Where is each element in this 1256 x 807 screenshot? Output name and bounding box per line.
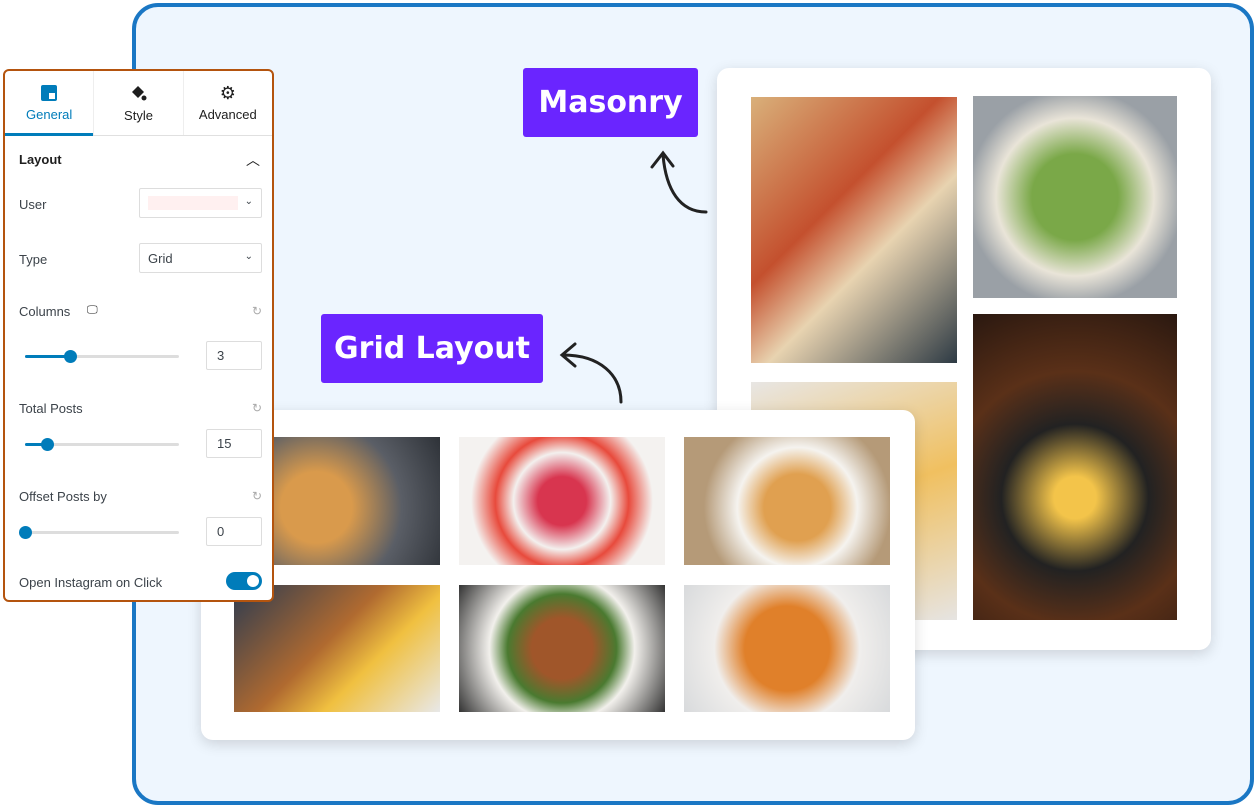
user-label: User — [19, 197, 47, 212]
total-posts-input[interactable]: 15 — [206, 429, 262, 458]
slider-handle[interactable] — [19, 526, 32, 539]
tab-style[interactable]: Style — [93, 71, 182, 135]
photo-fruit-bowl — [459, 437, 665, 565]
tab-label: Style — [124, 107, 153, 123]
offset-slider[interactable] — [19, 526, 179, 539]
grid-layout-label: Grid Layout — [321, 314, 543, 383]
reset-icon[interactable]: ↻ — [252, 489, 262, 503]
photo-burger — [234, 585, 440, 712]
settings-panel: General Style ⚙ Advanced Layout ︿ User ⌄… — [3, 69, 274, 602]
type-select[interactable]: Grid ⌄ — [139, 243, 262, 273]
masonry-label: Masonry — [523, 68, 698, 137]
layout-icon — [41, 84, 58, 101]
type-value: Grid — [148, 250, 173, 266]
columns-input[interactable]: 3 — [206, 341, 262, 370]
chevron-down-icon: ⌄ — [244, 251, 253, 262]
offset-input[interactable]: 0 — [206, 517, 262, 546]
photo-pizza — [751, 97, 957, 363]
user-value-redacted — [148, 196, 238, 210]
columns-label: Columns — [19, 304, 71, 319]
photo-salad — [973, 96, 1177, 298]
tab-label: Advanced — [198, 106, 257, 122]
photo-chicken-salad — [459, 585, 665, 712]
photo-ramen-bowl — [973, 314, 1177, 620]
arrow-to-masonry-icon — [650, 150, 708, 214]
type-label: Type — [19, 252, 48, 267]
open-instagram-label: Open Instagram on Click — [19, 575, 163, 590]
photo-pasta — [684, 585, 890, 712]
paint-bucket-icon — [132, 85, 147, 100]
total-posts-slider[interactable] — [25, 438, 179, 451]
photo-noodles — [684, 437, 890, 565]
tab-general[interactable]: General — [5, 71, 94, 136]
columns-slider[interactable] — [25, 350, 179, 363]
open-instagram-toggle[interactable] — [226, 572, 262, 590]
slider-handle[interactable] — [63, 350, 77, 363]
gear-icon: ⚙ — [219, 82, 236, 103]
slider-handle[interactable] — [40, 438, 54, 451]
tab-label: General — [26, 106, 73, 122]
chevron-down-icon: ⌄ — [244, 196, 253, 207]
tab-advanced[interactable]: ⚙ Advanced — [182, 71, 272, 135]
desktop-icon[interactable]: 🖵 — [87, 304, 98, 317]
reset-icon[interactable]: ↻ — [252, 304, 262, 318]
section-title: Layout — [19, 152, 62, 167]
user-select[interactable]: ⌄ — [139, 188, 262, 218]
layout-section-header[interactable]: Layout ︿ — [19, 150, 262, 170]
reset-icon[interactable]: ↻ — [252, 401, 262, 415]
offset-label: Offset Posts by — [19, 489, 107, 504]
arrow-to-grid-icon — [559, 342, 623, 404]
grid-preview-card — [201, 410, 915, 740]
chevron-up-icon[interactable]: ︿ — [246, 150, 260, 170]
total-posts-label: Total Posts — [19, 401, 83, 416]
